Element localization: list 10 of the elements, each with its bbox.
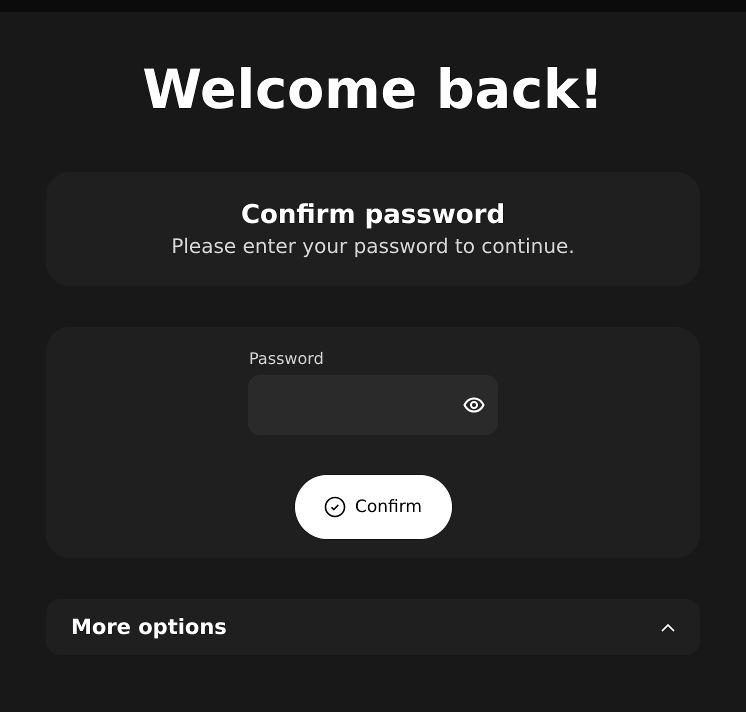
more-options-header[interactable]: More options	[46, 599, 700, 655]
check-circle-icon	[324, 496, 346, 518]
card-heading: Confirm password	[240, 199, 506, 231]
password-field[interactable]	[248, 375, 498, 435]
eye-icon[interactable]	[463, 397, 485, 413]
field-label: Password	[249, 349, 324, 369]
confirm-button[interactable]: Confirm	[294, 475, 452, 539]
card-message: Please enter your password to continue.	[171, 233, 575, 259]
chevron-icon	[661, 622, 675, 632]
page-title: Welcome back!	[142, 57, 604, 123]
